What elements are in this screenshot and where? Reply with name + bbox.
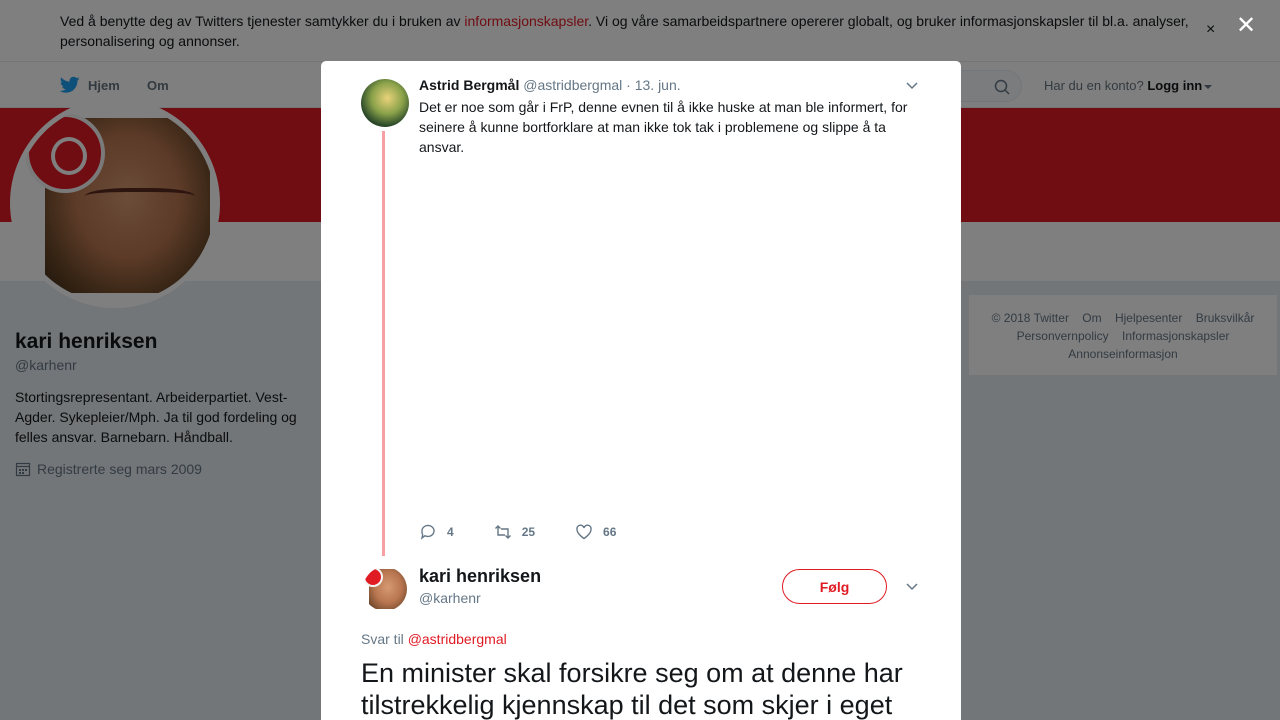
thread-connector-line (382, 131, 385, 556)
retweet-icon (494, 525, 511, 539)
main-tweet-text: En minister skal forsikre seg om at denn… (361, 658, 903, 720)
modal-close-icon[interactable]: ✕ (1236, 14, 1256, 38)
reply-to-link[interactable]: @astridbergmal (408, 631, 507, 647)
main-tweet-author-handle[interactable]: @karhenr (419, 590, 481, 606)
heart-icon (576, 524, 592, 540)
reply-button[interactable]: 4 (419, 523, 454, 541)
main-tweet-avatar[interactable] (363, 567, 407, 611)
like-button[interactable]: 66 (575, 523, 616, 541)
main-tweet-author-name[interactable]: kari henriksen (419, 566, 541, 587)
parent-tweet-text: Det er noe som går i FrP, denne evnen ti… (419, 99, 908, 155)
follow-button[interactable]: Følg (782, 569, 887, 604)
chevron-down-icon[interactable] (905, 580, 919, 594)
party-rose-logo (363, 567, 383, 587)
reply-count: 4 (447, 525, 454, 539)
parent-tweet-author-name[interactable]: Astrid Bergmål (419, 77, 519, 93)
tweet-modal: Astrid Bergmål @astridbergmal · 13. jun.… (321, 61, 961, 720)
parent-tweet-header: Astrid Bergmål @astridbergmal · 13. jun. (419, 77, 681, 93)
parent-tweet-author-handle[interactable]: @astridbergmal (523, 77, 622, 93)
retweet-button[interactable]: 25 (494, 523, 535, 541)
retweet-count: 25 (521, 525, 536, 539)
reply-context: Svar til @astridbergmal (361, 631, 507, 647)
parent-tweet-actions: 4 25 66 (419, 523, 656, 541)
reply-icon (420, 524, 435, 540)
chevron-down-icon[interactable] (905, 79, 919, 93)
like-count: 66 (603, 525, 617, 539)
parent-tweet-date[interactable]: · 13. jun. (626, 77, 680, 93)
reply-prefix: Svar til (361, 631, 408, 647)
parent-tweet-avatar[interactable] (361, 79, 409, 127)
